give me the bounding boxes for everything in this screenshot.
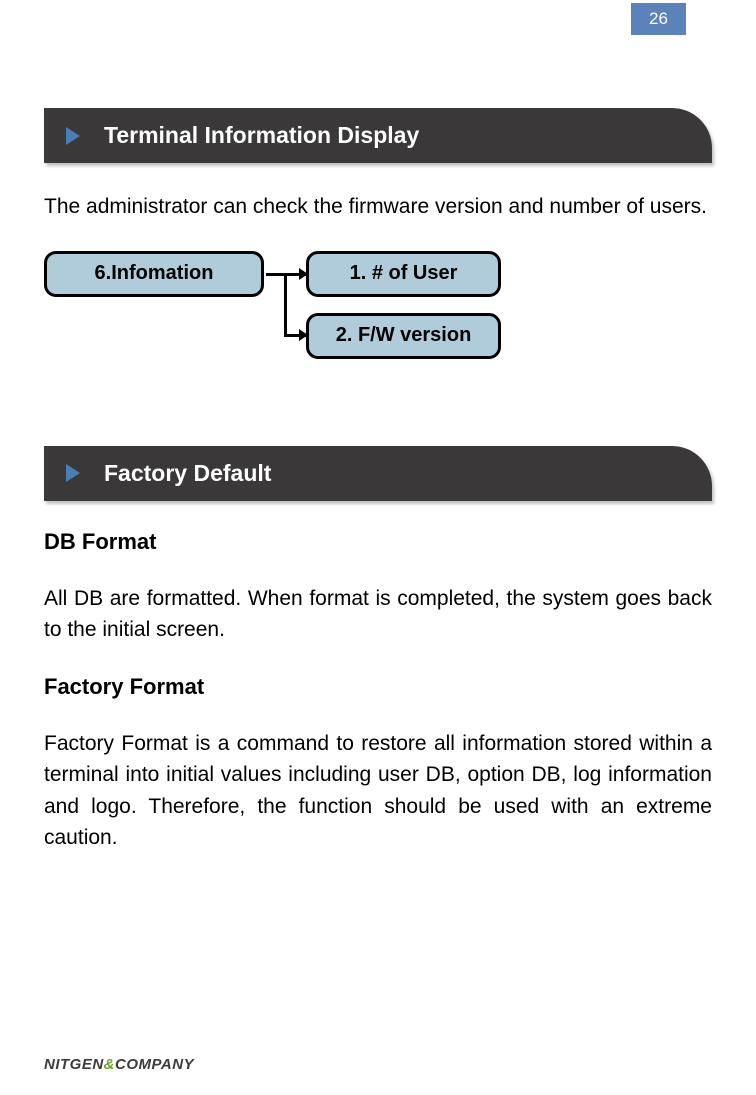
section-title: Factory Default — [104, 460, 271, 486]
page-number: 26 — [649, 9, 668, 29]
page-number-badge: 26 — [631, 3, 686, 35]
brand-part-company: COMPANY — [115, 1056, 194, 1073]
brand-part-nitgen: NITGEN — [44, 1056, 104, 1073]
brand-part-amp: & — [104, 1056, 115, 1073]
diagram-box-num-of-user: 1. # of User — [306, 251, 501, 297]
diagram-box-infomation: 6.Infomation — [44, 251, 264, 297]
arrow-right-icon — [66, 127, 80, 145]
diagram-box-fw-version: 2. F/W version — [306, 313, 501, 359]
db-format-body-text: All DB are formatted. When format is com… — [44, 583, 712, 646]
information-flow-diagram: 6.Infomation 1. # of User 2. F/W version — [44, 251, 712, 391]
arrow-right-icon — [299, 268, 308, 280]
subheading-factory-format: Factory Format — [44, 674, 712, 700]
section1-intro-text: The administrator can check the firmware… — [44, 191, 712, 223]
factory-format-body-text: Factory Format is a command to restore a… — [44, 728, 712, 854]
arrow-right-icon — [66, 464, 80, 482]
page-content: Terminal Information Display The adminis… — [0, 0, 756, 854]
footer-brand-logo: NITGEN&COMPANY — [44, 1056, 194, 1073]
section-header-factory-default: Factory Default — [44, 446, 712, 501]
section-title: Terminal Information Display — [104, 122, 419, 148]
connector-line — [284, 273, 287, 336]
section-header-terminal-info: Terminal Information Display — [44, 108, 712, 163]
arrow-right-icon — [299, 329, 308, 341]
subheading-db-format: DB Format — [44, 529, 712, 555]
